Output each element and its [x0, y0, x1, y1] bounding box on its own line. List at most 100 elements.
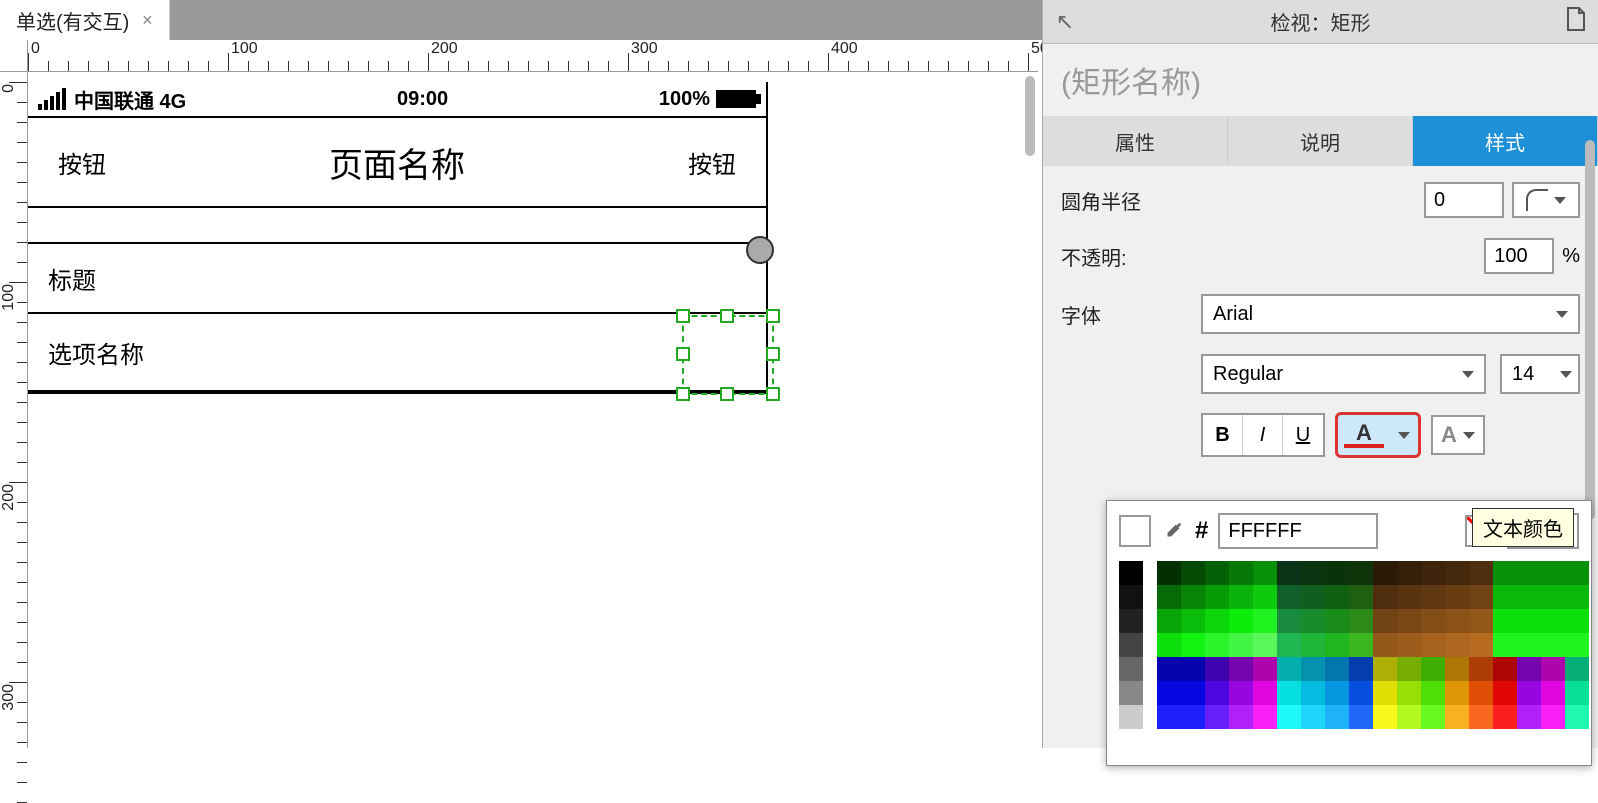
bold-button[interactable]: B	[1203, 415, 1243, 455]
color-swatch[interactable]	[1397, 609, 1421, 633]
tab-properties[interactable]: 属性	[1043, 116, 1228, 166]
ruler-horizontal[interactable]: 0100200300400500	[28, 40, 1038, 72]
color-swatch[interactable]	[1517, 681, 1541, 705]
color-swatch[interactable]	[1277, 705, 1301, 729]
color-swatch[interactable]	[1373, 705, 1397, 729]
italic-button[interactable]: I	[1243, 415, 1283, 455]
color-swatch[interactable]	[1517, 705, 1541, 729]
color-swatch[interactable]	[1517, 561, 1541, 585]
color-swatch[interactable]	[1373, 633, 1397, 657]
color-swatch[interactable]	[1119, 585, 1143, 609]
color-swatch[interactable]	[1229, 705, 1253, 729]
color-swatch[interactable]	[1157, 681, 1181, 705]
color-swatch[interactable]	[1349, 657, 1373, 681]
color-swatch[interactable]	[1469, 609, 1493, 633]
color-swatch[interactable]	[1205, 705, 1229, 729]
color-swatch[interactable]	[1445, 633, 1469, 657]
current-color-swatch[interactable]	[1119, 515, 1151, 547]
color-swatch[interactable]	[1541, 561, 1565, 585]
font-family-dropdown[interactable]: Arial	[1201, 294, 1580, 334]
color-swatch[interactable]	[1205, 633, 1229, 657]
color-swatch[interactable]	[1397, 585, 1421, 609]
ruler-vertical[interactable]: 0100200300	[0, 72, 28, 748]
color-swatch[interactable]	[1349, 585, 1373, 609]
color-swatch[interactable]	[1517, 609, 1541, 633]
color-swatch[interactable]	[1229, 585, 1253, 609]
color-swatch[interactable]	[1397, 705, 1421, 729]
color-swatch[interactable]	[1469, 657, 1493, 681]
color-swatch[interactable]	[1325, 657, 1349, 681]
color-swatch[interactable]	[1325, 585, 1349, 609]
color-swatch[interactable]	[1373, 657, 1397, 681]
color-swatch[interactable]	[1493, 609, 1517, 633]
color-swatch[interactable]	[1565, 609, 1589, 633]
underline-button[interactable]: U	[1283, 415, 1323, 455]
resize-handle[interactable]	[766, 309, 780, 323]
color-swatch[interactable]	[1421, 585, 1445, 609]
color-swatch[interactable]	[1445, 681, 1469, 705]
color-swatch[interactable]	[1517, 585, 1541, 609]
nav-right-button[interactable]: 按钮	[688, 145, 736, 180]
color-swatch[interactable]	[1325, 633, 1349, 657]
color-swatch[interactable]	[1157, 705, 1181, 729]
color-swatch[interactable]	[1349, 633, 1373, 657]
color-swatch[interactable]	[1421, 657, 1445, 681]
color-swatch[interactable]	[1301, 705, 1325, 729]
color-swatch[interactable]	[1277, 585, 1301, 609]
color-swatch[interactable]	[1469, 705, 1493, 729]
resize-handle[interactable]	[766, 387, 780, 401]
color-swatch[interactable]	[1301, 585, 1325, 609]
color-swatch[interactable]	[1397, 561, 1421, 585]
color-swatch[interactable]	[1325, 609, 1349, 633]
color-swatch[interactable]	[1493, 657, 1517, 681]
canvas[interactable]: 中国联通 4G 09:00 100% 按钮 页面名称 按钮 标题 选项名称	[28, 72, 1038, 748]
color-swatch[interactable]	[1119, 633, 1143, 657]
color-swatch[interactable]	[1325, 561, 1349, 585]
color-swatch[interactable]	[1325, 681, 1349, 705]
option-row[interactable]: 选项名称	[28, 314, 766, 392]
resize-handle[interactable]	[766, 347, 780, 361]
color-swatch[interactable]	[1229, 561, 1253, 585]
color-swatch[interactable]	[1119, 681, 1143, 705]
color-swatch[interactable]	[1469, 585, 1493, 609]
color-swatch[interactable]	[1565, 561, 1589, 585]
close-icon[interactable]: ×	[137, 10, 157, 30]
radio-circle-icon[interactable]	[746, 236, 774, 264]
color-swatch[interactable]	[1277, 633, 1301, 657]
color-swatch[interactable]	[1119, 561, 1143, 585]
corner-radius-input[interactable]	[1424, 182, 1504, 218]
document-tab[interactable]: 单选(有交互) ×	[0, 0, 170, 40]
color-swatch[interactable]	[1565, 585, 1589, 609]
color-swatch[interactable]	[1469, 633, 1493, 657]
color-swatch[interactable]	[1421, 609, 1445, 633]
color-swatch[interactable]	[1301, 561, 1325, 585]
color-swatch[interactable]	[1565, 657, 1589, 681]
color-swatch[interactable]	[1517, 657, 1541, 681]
text-effect-dropdown[interactable]: A	[1431, 415, 1485, 455]
color-swatch[interactable]	[1181, 633, 1205, 657]
color-swatch[interactable]	[1493, 705, 1517, 729]
color-swatch[interactable]	[1541, 681, 1565, 705]
color-swatch[interactable]	[1565, 633, 1589, 657]
color-swatch[interactable]	[1445, 705, 1469, 729]
color-swatch[interactable]	[1205, 657, 1229, 681]
color-swatch[interactable]	[1565, 681, 1589, 705]
eyedropper-icon[interactable]	[1161, 519, 1185, 543]
color-swatch[interactable]	[1301, 681, 1325, 705]
color-swatch[interactable]	[1349, 705, 1373, 729]
color-swatch[interactable]	[1157, 561, 1181, 585]
color-swatch[interactable]	[1181, 681, 1205, 705]
hex-input[interactable]	[1218, 513, 1378, 549]
color-swatch[interactable]	[1421, 633, 1445, 657]
color-swatch[interactable]	[1253, 585, 1277, 609]
tab-notes[interactable]: 说明	[1228, 116, 1413, 166]
color-swatch[interactable]	[1277, 561, 1301, 585]
color-swatch[interactable]	[1157, 633, 1181, 657]
font-style-dropdown[interactable]: Regular	[1201, 354, 1486, 394]
tab-style[interactable]: 样式	[1413, 116, 1598, 166]
color-swatch[interactable]	[1541, 585, 1565, 609]
color-swatch[interactable]	[1493, 633, 1517, 657]
color-swatch[interactable]	[1373, 561, 1397, 585]
color-swatch[interactable]	[1229, 609, 1253, 633]
color-swatch[interactable]	[1253, 705, 1277, 729]
